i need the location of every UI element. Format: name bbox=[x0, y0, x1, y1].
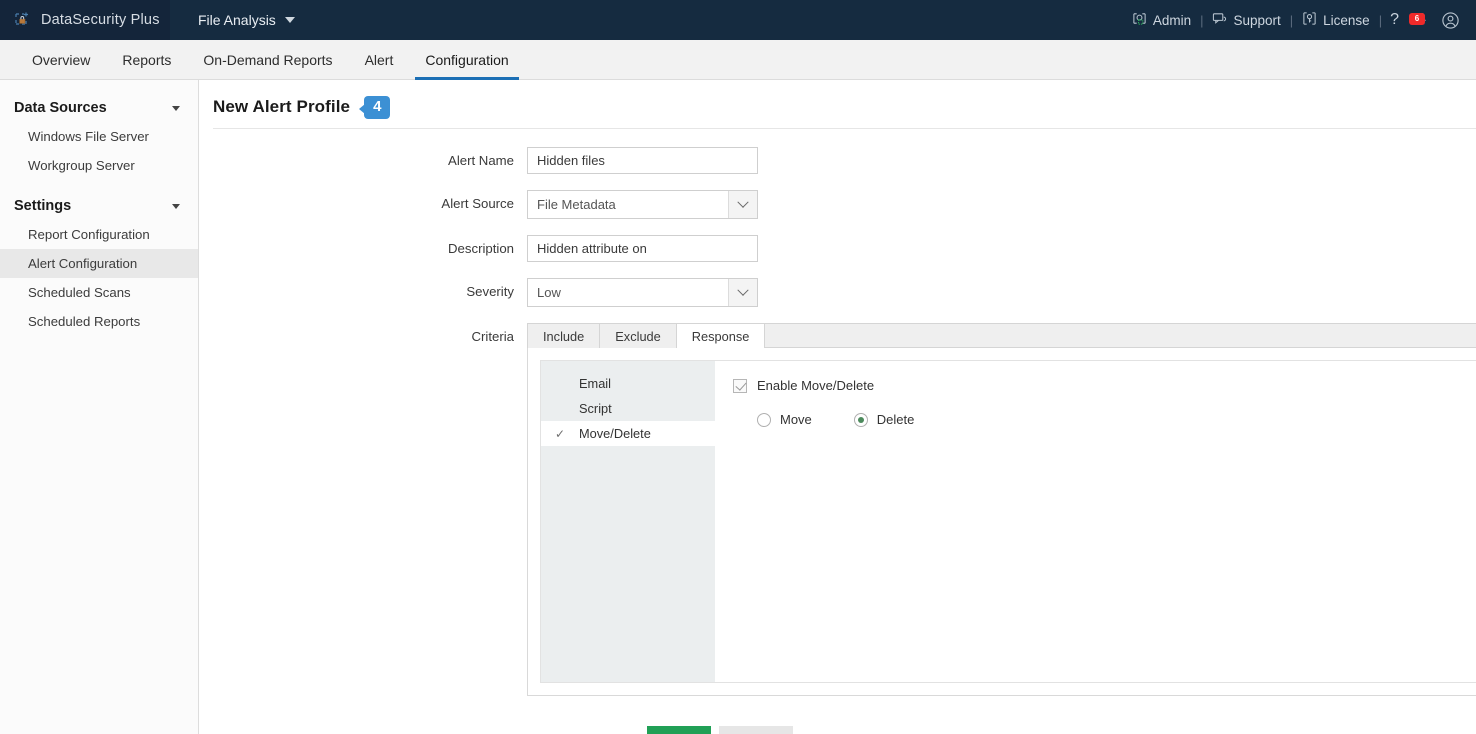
help-icon[interactable]: ? bbox=[1383, 11, 1406, 29]
license-key-icon bbox=[1302, 11, 1317, 29]
module-selector[interactable]: File Analysis bbox=[170, 0, 295, 40]
step-badge: 4 bbox=[359, 95, 391, 119]
radio-option-delete[interactable]: Delete bbox=[853, 412, 915, 427]
sidebar-item-scheduled-reports[interactable]: Scheduled Reports bbox=[0, 307, 198, 336]
license-link[interactable]: License bbox=[1294, 11, 1378, 29]
delete-label: Delete bbox=[876, 412, 915, 427]
user-avatar-icon[interactable] bbox=[1437, 11, 1466, 30]
sidebar-item-workgroup-server[interactable]: Workgroup Server bbox=[0, 151, 198, 180]
content-area: New Alert Profile 4 ◀ Back Alert Name Al… bbox=[199, 80, 1476, 734]
checkbox-checked-icon[interactable] bbox=[733, 378, 747, 393]
notifications-button[interactable]: 6 bbox=[1406, 10, 1437, 30]
move-label: Move bbox=[780, 412, 812, 427]
top-bar: DataSecurity Plus File Analysis Admin | bbox=[0, 0, 1476, 40]
field-row-criteria: Criteria Include Exclude Response ✓ bbox=[199, 323, 1476, 696]
form-actions: Save Cancel bbox=[199, 726, 1476, 734]
description-input[interactable] bbox=[527, 235, 758, 262]
criteria-label: Criteria bbox=[471, 329, 515, 344]
severity-dropdown-button[interactable] bbox=[728, 279, 757, 306]
enable-move-delete-row[interactable]: Enable Move/Delete bbox=[733, 378, 1476, 393]
response-item-label: Email bbox=[579, 376, 611, 391]
severity-value: Low bbox=[537, 285, 561, 300]
sidebar-group-label: Settings bbox=[14, 198, 72, 214]
sidebar-item-report-configuration[interactable]: Report Configuration bbox=[0, 220, 198, 249]
response-item-email[interactable]: ✓ Email bbox=[541, 371, 715, 396]
enable-move-delete-label: Enable Move/Delete bbox=[757, 378, 875, 393]
sidebar-group-data-sources[interactable]: Data Sources bbox=[0, 94, 198, 122]
page-title: New Alert Profile bbox=[213, 97, 351, 116]
cancel-button[interactable]: Cancel bbox=[718, 726, 794, 734]
nav-item-overview[interactable]: Overview bbox=[16, 40, 106, 79]
sidebar: Data Sources Windows File Server Workgro… bbox=[0, 80, 199, 734]
admin-link[interactable]: Admin bbox=[1124, 11, 1199, 29]
response-panel-inner: ✓ Email ✓ Script ✓ Move/Delete bbox=[540, 360, 1476, 683]
admin-gear-icon bbox=[1132, 11, 1147, 29]
sidebar-group-settings[interactable]: Settings bbox=[0, 192, 198, 220]
radio-unchecked-icon[interactable] bbox=[757, 412, 771, 427]
license-label: License bbox=[1323, 12, 1370, 28]
field-row-alert-name: Alert Name bbox=[199, 147, 1476, 174]
field-row-alert-source: Alert Source File Metadata bbox=[199, 190, 1476, 219]
radio-checked-icon[interactable] bbox=[853, 412, 868, 427]
criteria-tabs: Include Exclude Response bbox=[527, 323, 1476, 349]
alert-name-label: Alert Name bbox=[448, 153, 514, 168]
top-right-actions: Admin | Support | License | ? 6 bbox=[1124, 0, 1466, 40]
caret-down-icon bbox=[284, 17, 295, 23]
chevron-down-icon bbox=[737, 196, 749, 208]
response-item-label: Move/Delete bbox=[579, 426, 651, 441]
criteria-panel: Include Exclude Response ✓ Email bbox=[527, 323, 1476, 696]
alert-source-select[interactable]: File Metadata bbox=[527, 190, 758, 219]
notification-count-badge: 6 bbox=[1409, 13, 1425, 25]
save-button[interactable]: Save bbox=[647, 726, 711, 734]
alert-source-value: File Metadata bbox=[537, 197, 616, 212]
content-header: New Alert Profile 4 ◀ Back bbox=[199, 80, 1476, 122]
module-label: File Analysis bbox=[198, 12, 276, 28]
support-chat-icon bbox=[1212, 11, 1227, 29]
support-label: Support bbox=[1233, 12, 1281, 28]
nav-item-configuration[interactable]: Configuration bbox=[409, 40, 524, 80]
tab-exclude[interactable]: Exclude bbox=[599, 323, 677, 348]
sidebar-item-scheduled-scans[interactable]: Scheduled Scans bbox=[0, 278, 198, 307]
alert-source-dropdown-button[interactable] bbox=[728, 191, 757, 218]
field-row-description: Description bbox=[199, 235, 1476, 262]
radio-option-move[interactable]: Move bbox=[757, 412, 812, 427]
response-item-move-delete[interactable]: ✓ Move/Delete bbox=[541, 421, 715, 446]
move-delete-settings: Enable Move/Delete Move Delete bbox=[715, 361, 1476, 682]
brand-name: DataSecurity Plus bbox=[41, 12, 160, 28]
admin-label: Admin bbox=[1152, 12, 1192, 28]
sidebar-item-windows-file-server[interactable]: Windows File Server bbox=[0, 122, 198, 151]
field-row-severity: Severity Low bbox=[199, 278, 1476, 307]
description-label: Description bbox=[448, 241, 514, 256]
caret-down-icon bbox=[172, 203, 180, 209]
sidebar-item-alert-configuration[interactable]: Alert Configuration bbox=[0, 249, 198, 278]
tab-response[interactable]: Response bbox=[675, 323, 766, 349]
caret-down-icon bbox=[172, 105, 180, 111]
move-delete-radio-group: Move Delete bbox=[733, 412, 1476, 427]
alert-profile-form: Alert Name Alert Source File Metadata De… bbox=[199, 129, 1476, 734]
tab-include[interactable]: Include bbox=[527, 323, 601, 348]
chevron-down-icon bbox=[737, 284, 749, 296]
nav-item-on-demand-reports[interactable]: On-Demand Reports bbox=[187, 40, 348, 79]
shield-lock-plus-icon bbox=[14, 11, 32, 29]
nav-item-alert[interactable]: Alert bbox=[349, 40, 410, 79]
support-link[interactable]: Support bbox=[1204, 11, 1288, 29]
check-icon: ✓ bbox=[555, 426, 566, 441]
response-type-list: ✓ Email ✓ Script ✓ Move/Delete bbox=[541, 361, 715, 682]
page-body: Data Sources Windows File Server Workgro… bbox=[0, 80, 1476, 734]
response-item-script[interactable]: ✓ Script bbox=[541, 396, 715, 421]
alert-source-label: Alert Source bbox=[441, 196, 514, 211]
severity-label: Severity bbox=[466, 284, 514, 299]
brand-block[interactable]: DataSecurity Plus bbox=[0, 0, 170, 40]
response-tab-panel: ✓ Email ✓ Script ✓ Move/Delete bbox=[527, 348, 1476, 696]
response-item-label: Script bbox=[579, 401, 612, 416]
sidebar-group-label: Data Sources bbox=[14, 100, 107, 116]
alert-name-input[interactable] bbox=[527, 147, 758, 174]
main-navigation: Overview Reports On-Demand Reports Alert… bbox=[0, 40, 1476, 80]
nav-item-reports[interactable]: Reports bbox=[106, 40, 187, 79]
severity-select[interactable]: Low bbox=[527, 278, 758, 307]
tab-strip-filler bbox=[763, 323, 1476, 347]
